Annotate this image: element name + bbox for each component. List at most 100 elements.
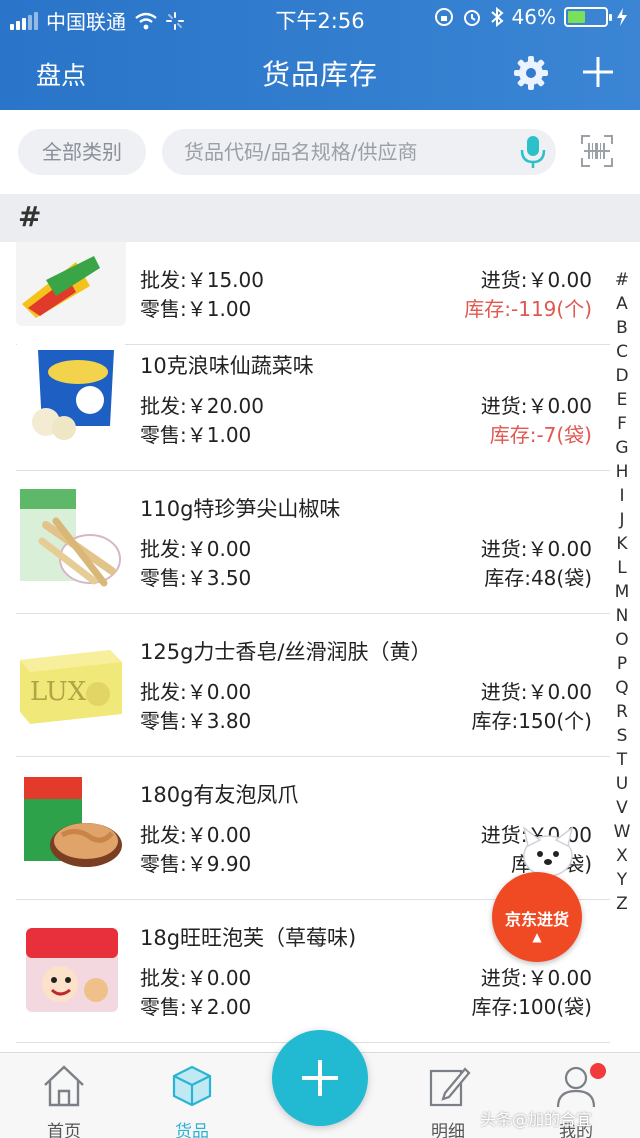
product-thumbnail <box>16 914 126 1024</box>
list-item[interactable]: 10克浪味仙蔬菜味 批发:￥20.00 零售:￥1.00 进货:￥0.00 库存… <box>0 328 640 471</box>
index-letter[interactable]: K <box>610 532 634 556</box>
stock-count: 库存:100(袋) <box>471 995 592 1019</box>
jd-purchase-label: 京东进货 <box>504 910 569 929</box>
product-name: 18g旺旺泡芙（草莓味) <box>140 926 357 950</box>
wholesale-price: 批发:￥0.00 <box>140 966 252 990</box>
notification-badge <box>590 1063 606 1079</box>
index-letter[interactable]: T <box>610 748 634 772</box>
product-thumbnail <box>16 485 126 595</box>
battery-percent: 46% <box>511 5 556 29</box>
index-letter[interactable]: Y <box>610 868 634 892</box>
section-letter: # <box>18 200 42 233</box>
microphone-icon[interactable] <box>518 135 548 169</box>
stock-count: 库存:-119(个) <box>464 297 592 321</box>
app-screen: 中国联通 下午2:56 46% 盘点 货品库存 全部类别 货品代码/品名规格/供… <box>0 0 640 1138</box>
wholesale-price: 批发:￥0.00 <box>140 680 252 704</box>
watermark: 头条@加的合宜 <box>480 1110 593 1129</box>
retail-price: 零售:￥1.00 <box>140 297 252 321</box>
index-letter[interactable]: R <box>610 700 634 724</box>
retail-price: 零售:￥2.00 <box>140 995 252 1019</box>
search-input[interactable] <box>184 129 504 175</box>
plus-icon <box>302 1060 338 1096</box>
product-name: 180g有友泡凤爪 <box>140 783 299 807</box>
wholesale-price: 批发:￥0.00 <box>140 537 252 561</box>
home-icon <box>44 1065 84 1107</box>
tab-label: 货品 <box>175 1122 209 1138</box>
wholesale-price: 批发:￥20.00 <box>140 394 264 418</box>
index-letter[interactable]: X <box>610 844 634 868</box>
tab-home[interactable]: 首页 <box>14 1063 114 1138</box>
tab-goods[interactable]: 货品 <box>142 1063 242 1138</box>
battery-icon <box>564 7 612 27</box>
nav-bar: 盘点 货品库存 <box>0 38 640 108</box>
search-box <box>162 129 556 175</box>
svg-text:LUX: LUX <box>30 677 87 707</box>
purchase-price: 进货:￥0.00 <box>480 268 592 292</box>
index-letter[interactable]: H <box>610 460 634 484</box>
retail-price: 零售:￥9.90 <box>140 852 252 876</box>
purchase-price: 进货:￥0.00 <box>480 394 592 418</box>
index-letter[interactable]: E <box>610 388 634 412</box>
wholesale-price: 批发:￥15.00 <box>140 268 264 292</box>
add-item-button[interactable] <box>272 1030 368 1126</box>
index-letter[interactable]: C <box>610 340 634 364</box>
product-name: 10克浪味仙蔬菜味 <box>140 354 314 378</box>
arrow-up-icon: ▲ <box>532 930 542 944</box>
index-letter[interactable]: F <box>610 412 634 436</box>
index-letter[interactable]: # <box>610 268 634 292</box>
index-letter[interactable]: W <box>610 820 634 844</box>
index-letter[interactable]: U <box>610 772 634 796</box>
product-thumbnail <box>16 771 126 881</box>
list-item[interactable]: 110g特珍笋尖山椒味 批发:￥0.00 零售:￥3.50 进货:￥0.00 库… <box>0 471 640 614</box>
index-letter[interactable]: D <box>610 364 634 388</box>
purchase-price: 进货:￥0.00 <box>480 680 592 704</box>
wholesale-price: 批发:￥0.00 <box>140 823 252 847</box>
index-letter[interactable]: S <box>610 724 634 748</box>
edit-icon <box>429 1067 471 1107</box>
status-right: 46% <box>434 5 628 29</box>
index-letter[interactable]: V <box>610 796 634 820</box>
alarm-icon <box>463 10 480 26</box>
status-bar: 中国联通 下午2:56 46% <box>0 0 640 36</box>
cube-icon <box>172 1065 212 1107</box>
header: 中国联通 下午2:56 46% 盘点 货品库存 <box>0 0 640 110</box>
product-thumbnail <box>16 242 126 326</box>
retail-price: 零售:￥3.50 <box>140 566 252 590</box>
list-item[interactable]: LUX 125g力士香皂/丝滑润肤（黄） 批发:￥0.00 零售:￥3.80 进… <box>0 614 640 757</box>
jd-purchase-button[interactable]: 京东进货 ▲ <box>492 872 582 962</box>
rotation-lock-icon <box>434 8 453 26</box>
stock-count: 库存:48(袋) <box>484 566 592 590</box>
category-filter-button[interactable]: 全部类别 <box>18 129 146 175</box>
retail-price: 零售:￥1.00 <box>140 423 252 447</box>
index-letter[interactable]: N <box>610 604 634 628</box>
search-bar-row: 全部类别 <box>0 110 640 194</box>
section-header: # <box>0 194 640 242</box>
retail-price: 零售:￥3.80 <box>140 709 252 733</box>
index-letter[interactable]: Z <box>610 892 634 916</box>
stock-count: 库存:-7(袋) <box>489 423 592 447</box>
stock-count: 库存:150(个) <box>471 709 592 733</box>
gear-icon[interactable] <box>512 54 550 92</box>
add-icon[interactable] <box>580 54 616 90</box>
product-thumbnail <box>16 342 126 452</box>
index-letter[interactable]: O <box>610 628 634 652</box>
index-letter[interactable]: L <box>610 556 634 580</box>
index-letter[interactable]: B <box>610 316 634 340</box>
charging-icon <box>617 8 627 26</box>
purchase-price: 进货:￥0.00 <box>480 966 592 990</box>
jd-mascot-icon <box>522 826 574 877</box>
product-name: 125g力士香皂/丝滑润肤（黄） <box>140 640 432 664</box>
index-letter[interactable]: P <box>610 652 634 676</box>
index-letter[interactable]: A <box>610 292 634 316</box>
product-thumbnail: LUX <box>16 628 126 738</box>
purchase-price: 进货:￥0.00 <box>480 537 592 561</box>
index-letter[interactable]: M <box>610 580 634 604</box>
index-letter[interactable]: I <box>610 484 634 508</box>
alphabet-index[interactable]: # A B C D E F G H I J K L M N O P Q R S T U V W X Y Z <box>610 268 634 916</box>
index-letter[interactable]: G <box>610 436 634 460</box>
bluetooth-icon <box>490 7 504 27</box>
tab-label: 首页 <box>47 1122 81 1138</box>
barcode-scan-icon[interactable] <box>580 134 614 168</box>
index-letter[interactable]: Q <box>610 676 634 700</box>
index-letter[interactable]: J <box>610 508 634 532</box>
